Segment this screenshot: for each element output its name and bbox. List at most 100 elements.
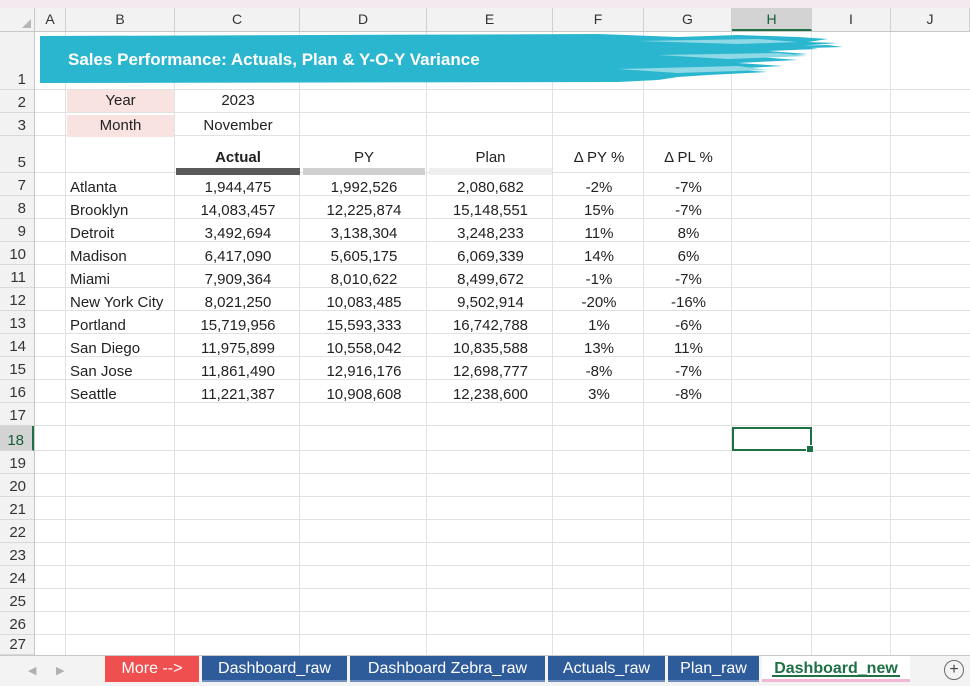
city-cell[interactable]: Miami bbox=[70, 269, 174, 291]
py-cell[interactable]: 5,605,175 bbox=[301, 246, 427, 268]
py-cell[interactable]: 3,138,304 bbox=[301, 223, 427, 245]
delta-plan-cell[interactable]: 6% bbox=[645, 246, 732, 268]
row-header-19[interactable]: 19 bbox=[0, 451, 34, 474]
delta-plan-cell[interactable]: -7% bbox=[645, 269, 732, 291]
plan-cell[interactable]: 12,698,777 bbox=[428, 361, 553, 383]
plan-cell[interactable]: 6,069,339 bbox=[428, 246, 553, 268]
py-cell[interactable]: 12,916,176 bbox=[301, 361, 427, 383]
column-header-h[interactable]: H bbox=[732, 8, 812, 31]
delta-plan-cell[interactable]: -6% bbox=[645, 315, 732, 337]
row-header-21[interactable]: 21 bbox=[0, 497, 34, 520]
fill-handle[interactable] bbox=[806, 445, 814, 453]
delta-py-cell[interactable]: 3% bbox=[554, 384, 644, 406]
delta-plan-cell[interactable]: -7% bbox=[645, 361, 732, 383]
city-cell[interactable]: Madison bbox=[70, 246, 174, 268]
column-header-f[interactable]: F bbox=[553, 8, 644, 31]
row-header-20[interactable]: 20 bbox=[0, 474, 34, 497]
py-cell[interactable]: 8,010,622 bbox=[301, 269, 427, 291]
city-cell[interactable]: Seattle bbox=[70, 384, 174, 406]
delta-plan-cell[interactable]: -7% bbox=[645, 177, 732, 199]
py-cell[interactable]: 10,908,608 bbox=[301, 384, 427, 406]
column-header-d[interactable]: D bbox=[300, 8, 427, 31]
row-header-3[interactable]: 3 bbox=[0, 113, 34, 136]
row-header-17[interactable]: 17 bbox=[0, 403, 34, 426]
row-header-18[interactable]: 18 bbox=[0, 426, 34, 451]
row-header-9[interactable]: 9 bbox=[0, 219, 34, 242]
py-cell[interactable]: 15,593,333 bbox=[301, 315, 427, 337]
actual-cell[interactable]: 15,719,956 bbox=[176, 315, 300, 337]
row-header-11[interactable]: 11 bbox=[0, 265, 34, 288]
city-cell[interactable]: New York City bbox=[70, 292, 174, 314]
delta-py-cell[interactable]: -2% bbox=[554, 177, 644, 199]
row-header-7[interactable]: 7 bbox=[0, 173, 34, 196]
delta-plan-cell[interactable]: -16% bbox=[645, 292, 732, 314]
row-header-16[interactable]: 16 bbox=[0, 380, 34, 403]
row-header-8[interactable]: 8 bbox=[0, 196, 34, 219]
month-value[interactable]: November bbox=[176, 115, 300, 137]
city-cell[interactable]: Portland bbox=[70, 315, 174, 337]
next-sheet-chevron-right-icon[interactable]: ▶ bbox=[56, 664, 64, 677]
city-cell[interactable]: San Diego bbox=[70, 338, 174, 360]
column-header-i[interactable]: I bbox=[812, 8, 891, 31]
delta-plan-cell[interactable]: -8% bbox=[645, 384, 732, 406]
plan-cell[interactable]: 10,835,588 bbox=[428, 338, 553, 360]
actual-cell[interactable]: 11,221,387 bbox=[176, 384, 300, 406]
actual-cell[interactable]: 11,975,899 bbox=[176, 338, 300, 360]
row-header-24[interactable]: 24 bbox=[0, 566, 34, 589]
row-header-12[interactable]: 12 bbox=[0, 288, 34, 311]
sheet-tab-actuals-raw[interactable]: Actuals_raw bbox=[548, 656, 665, 682]
delta-py-cell[interactable]: 13% bbox=[554, 338, 644, 360]
select-all-corner[interactable] bbox=[0, 8, 35, 31]
column-header-b[interactable]: B bbox=[66, 8, 175, 31]
actual-cell[interactable]: 14,083,457 bbox=[176, 200, 300, 222]
selected-cell-h18[interactable] bbox=[732, 427, 814, 453]
delta-py-cell[interactable]: 1% bbox=[554, 315, 644, 337]
delta-py-cell[interactable]: 15% bbox=[554, 200, 644, 222]
city-cell[interactable]: Atlanta bbox=[70, 177, 174, 199]
row-header-5[interactable]: 5 bbox=[0, 136, 34, 173]
actual-cell[interactable]: 1,944,475 bbox=[176, 177, 300, 199]
py-cell[interactable]: 12,225,874 bbox=[301, 200, 427, 222]
city-cell[interactable]: San Jose bbox=[70, 361, 174, 383]
row-header-22[interactable]: 22 bbox=[0, 520, 34, 543]
plan-cell[interactable]: 2,080,682 bbox=[428, 177, 553, 199]
sheet-tab-dashboard-new[interactable]: Dashboard_new bbox=[762, 656, 910, 682]
column-header-j[interactable]: J bbox=[891, 8, 970, 31]
row-header-23[interactable]: 23 bbox=[0, 543, 34, 566]
row-header-2[interactable]: 2 bbox=[0, 90, 34, 113]
column-header-a[interactable]: A bbox=[35, 8, 66, 31]
py-cell[interactable]: 10,083,485 bbox=[301, 292, 427, 314]
column-header-e[interactable]: E bbox=[427, 8, 553, 31]
row-header-10[interactable]: 10 bbox=[0, 242, 34, 265]
add-sheet-plus-circle-icon[interactable]: + bbox=[944, 660, 964, 680]
actual-cell[interactable]: 7,909,364 bbox=[176, 269, 300, 291]
row-header-1[interactable]: 1 bbox=[0, 32, 34, 90]
delta-py-cell[interactable]: -20% bbox=[554, 292, 644, 314]
sheet-tab-dashboard-raw[interactable]: Dashboard_raw bbox=[202, 656, 347, 682]
sheet-tab-more[interactable]: More --> bbox=[105, 656, 199, 682]
sheet-tab-plan-raw[interactable]: Plan_raw bbox=[668, 656, 759, 682]
plan-cell[interactable]: 9,502,914 bbox=[428, 292, 553, 314]
row-header-15[interactable]: 15 bbox=[0, 357, 34, 380]
city-cell[interactable]: Detroit bbox=[70, 223, 174, 245]
row-header-13[interactable]: 13 bbox=[0, 311, 34, 334]
prev-sheet-chevron-left-icon[interactable]: ◀ bbox=[28, 664, 36, 677]
delta-py-cell[interactable]: -8% bbox=[554, 361, 644, 383]
plan-cell[interactable]: 15,148,551 bbox=[428, 200, 553, 222]
row-header-14[interactable]: 14 bbox=[0, 334, 34, 357]
column-header-c[interactable]: C bbox=[175, 8, 300, 31]
actual-cell[interactable]: 3,492,694 bbox=[176, 223, 300, 245]
city-cell[interactable]: Brooklyn bbox=[70, 200, 174, 222]
delta-plan-cell[interactable]: 11% bbox=[645, 338, 732, 360]
plan-cell[interactable]: 12,238,600 bbox=[428, 384, 553, 406]
actual-cell[interactable]: 8,021,250 bbox=[176, 292, 300, 314]
row-header-27[interactable]: 27 bbox=[0, 635, 34, 655]
plan-cell[interactable]: 16,742,788 bbox=[428, 315, 553, 337]
delta-py-cell[interactable]: -1% bbox=[554, 269, 644, 291]
delta-plan-cell[interactable]: -7% bbox=[645, 200, 732, 222]
sheet-tab-dashboard-zebra-raw[interactable]: Dashboard Zebra_raw bbox=[350, 656, 545, 682]
py-cell[interactable]: 10,558,042 bbox=[301, 338, 427, 360]
actual-cell[interactable]: 6,417,090 bbox=[176, 246, 300, 268]
row-header-26[interactable]: 26 bbox=[0, 612, 34, 635]
year-value[interactable]: 2023 bbox=[176, 90, 300, 112]
